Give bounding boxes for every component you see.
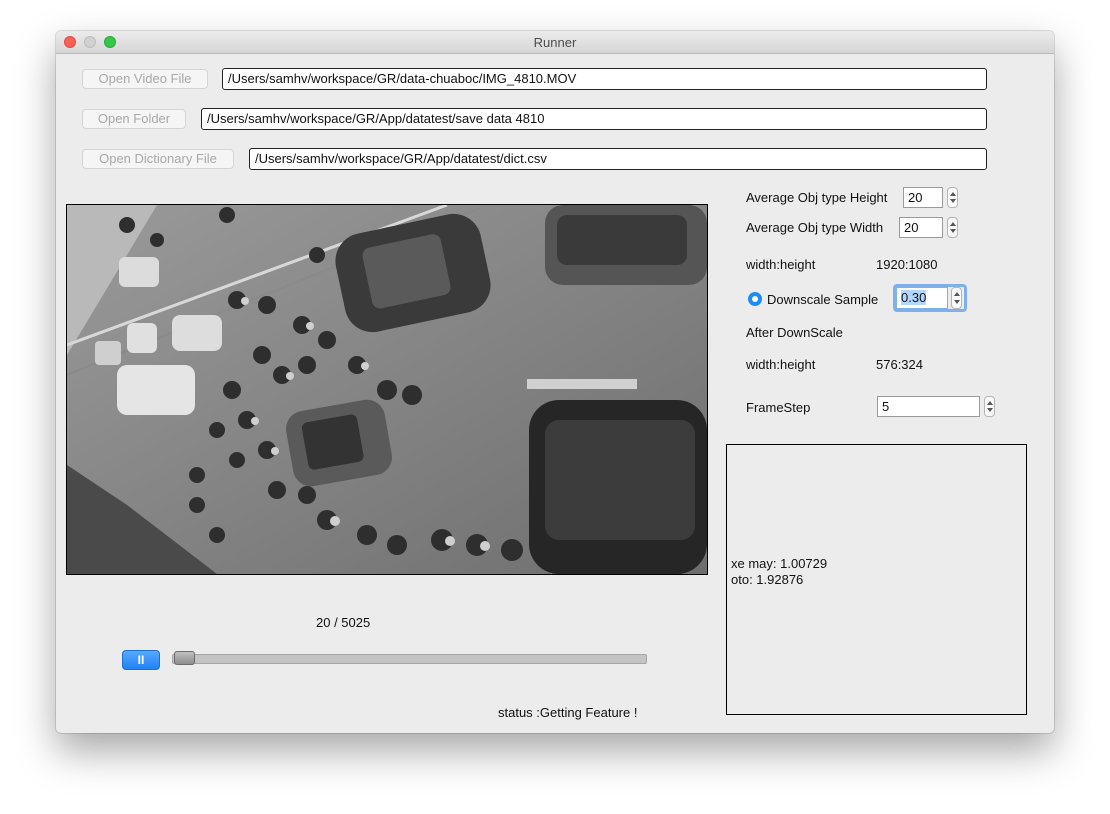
downscale-input[interactable]: 0.30: [896, 287, 948, 309]
after-downscale-label: After DownScale: [746, 325, 843, 340]
downscaled-size-label: width:height: [746, 357, 816, 372]
downscale-label: Downscale Sample: [767, 292, 879, 307]
framestep-input[interactable]: 5: [877, 396, 980, 417]
frame-slider[interactable]: [172, 654, 647, 664]
pause-button[interactable]: II: [122, 650, 160, 670]
dictionary-path-field[interactable]: /Users/samhv/workspace/GR/App/datatest/d…: [249, 148, 987, 170]
downscale-radio[interactable]: [748, 292, 762, 306]
avg-width-label: Average Obj type Width: [746, 220, 884, 235]
open-dictionary-file-button[interactable]: Open Dictionary File: [82, 149, 234, 169]
video-path-field[interactable]: /Users/samhv/workspace/GR/data-chuaboc/I…: [222, 68, 987, 90]
frame-slider-handle[interactable]: [173, 651, 195, 665]
runner-window: Runner Open Video File /Users/samhv/work…: [56, 31, 1054, 733]
source-size-value: 1920:1080: [876, 257, 938, 272]
avg-height-stepper[interactable]: [947, 187, 958, 208]
downscale-stepper[interactable]: [951, 287, 962, 309]
result-line-motorbike: xe may: 1.00729: [731, 556, 828, 571]
open-folder-button[interactable]: Open Folder: [82, 109, 186, 129]
folder-path-field[interactable]: /Users/samhv/workspace/GR/App/datatest/s…: [201, 108, 987, 130]
chevron-up-icon: [954, 292, 960, 296]
video-frame-image: [67, 205, 707, 574]
downscaled-size-value: 576:324: [876, 357, 923, 372]
result-line-car: oto: 1.92876: [731, 572, 804, 587]
chevron-down-icon: [954, 300, 960, 304]
frame-counter: 20 / 5025: [316, 615, 371, 630]
chevron-down-icon: [950, 229, 956, 233]
open-video-file-button[interactable]: Open Video File: [82, 69, 208, 89]
status-text: status :Getting Feature !: [498, 705, 638, 720]
chevron-up-icon: [987, 401, 993, 405]
framestep-stepper[interactable]: [984, 396, 995, 417]
source-size-label: width:height: [746, 257, 816, 272]
chevron-down-icon: [987, 408, 993, 412]
window-title: Runner: [533, 35, 577, 50]
chevron-down-icon: [950, 199, 956, 203]
results-output-box[interactable]: xe may: 1.00729 oto: 1.92876: [726, 444, 1027, 715]
avg-width-stepper[interactable]: [947, 217, 958, 238]
downscale-value: 0.30: [901, 290, 927, 305]
title-bar: Runner: [56, 31, 1054, 54]
framestep-label: FrameStep: [746, 400, 811, 415]
avg-height-input[interactable]: 20: [903, 187, 943, 208]
video-frame: [66, 204, 708, 575]
avg-height-label: Average Obj type Height: [746, 190, 888, 205]
chevron-up-icon: [950, 192, 956, 196]
chevron-up-icon: [950, 222, 956, 226]
avg-width-input[interactable]: 20: [899, 217, 943, 238]
